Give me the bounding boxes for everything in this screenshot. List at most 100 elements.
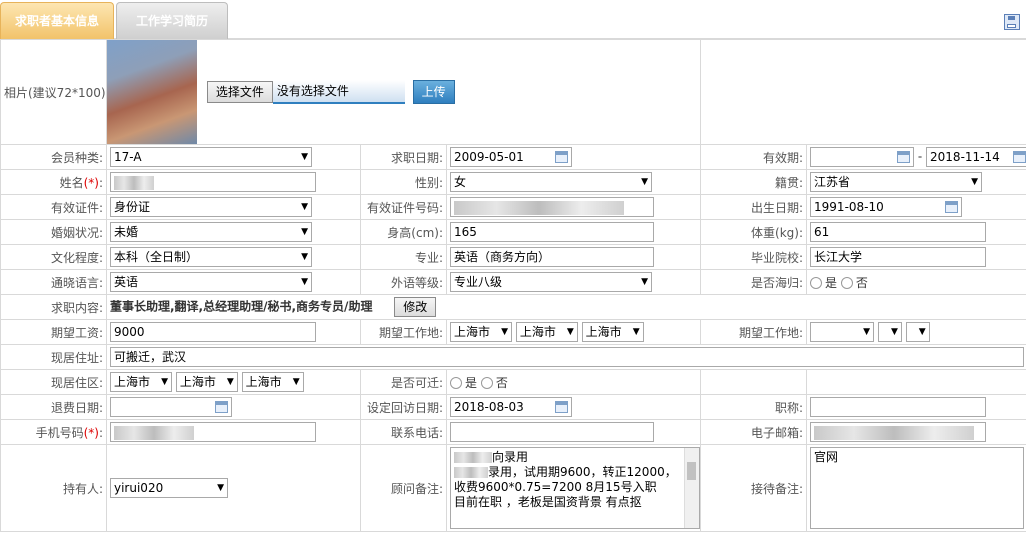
work-place1-province[interactable]: 上海市 (450, 322, 512, 342)
gender-select[interactable]: 女 (450, 172, 652, 192)
birth-date-input[interactable]: 1991-08-10 (810, 197, 963, 217)
phone-input[interactable] (450, 422, 654, 442)
job-content-text: 董事长助理,翻译,总经理助理/秘书,商务专员/助理 (110, 299, 373, 314)
calendar-icon[interactable] (555, 401, 568, 413)
consultant-note-textarea[interactable]: 向录用 录用，试用期9600，转正12000，收费9600*0.75=7200 … (450, 447, 700, 529)
member-type-label: 会员种类: (0, 144, 107, 170)
relocate-no-label: 否 (495, 375, 508, 390)
residence-label: 现居住区: (0, 369, 107, 395)
work-place2-province[interactable] (810, 322, 875, 342)
valid-start-input[interactable] (810, 147, 915, 167)
apply-date-label: 求职日期: (360, 144, 447, 170)
mobile-input[interactable] (110, 422, 316, 442)
language-label: 通晓语言: (0, 269, 107, 295)
work-place2-label: 期望工作地: (700, 319, 808, 345)
visit-date-label: 设定回访日期: (360, 394, 447, 420)
name-input[interactable] (110, 172, 316, 192)
hometown-label: 籍贯: (700, 169, 808, 195)
residence-city[interactable]: 上海市 (175, 372, 238, 392)
education-select[interactable]: 本科（全日制） (110, 247, 312, 267)
photo-thumbnail (107, 40, 197, 144)
overseas-label: 是否海归: (700, 269, 808, 295)
id-number-label: 有效证件号码: (360, 194, 447, 220)
name-label: 姓名(*): (0, 169, 107, 195)
weight-label: 体重(kg): (700, 219, 808, 245)
calendar-icon[interactable] (897, 151, 911, 163)
marital-label: 婚姻状况: (0, 219, 107, 245)
reception-note-label: 接待备注: (700, 444, 808, 532)
tab-basic-info[interactable]: 求职者基本信息 (0, 2, 114, 39)
id-type-label: 有效证件: (0, 194, 107, 220)
address-input[interactable]: 可搬迁，武汉 (110, 347, 1024, 367)
email-label: 电子邮箱: (700, 419, 808, 445)
major-input[interactable]: 英语（商务方向） (450, 247, 654, 267)
lang-level-label: 外语等级: (360, 269, 447, 295)
modify-job-button[interactable]: 修改 (394, 297, 437, 317)
phone-label: 联系电话: (360, 419, 447, 445)
reception-note-textarea[interactable]: 官网 (810, 447, 1025, 529)
work-place2-city[interactable] (877, 322, 902, 342)
overseas-no-label: 否 (855, 275, 868, 290)
choose-file-button[interactable]: 选择文件 (206, 81, 273, 103)
work-place1-district[interactable]: 上海市 (581, 322, 644, 342)
relocate-no-radio[interactable] (480, 377, 493, 389)
height-input[interactable]: 165 (450, 222, 654, 242)
textarea-scrollbar[interactable] (684, 448, 699, 528)
work-place1-city[interactable]: 上海市 (515, 322, 578, 342)
apply-date-input[interactable]: 2009-05-01 (450, 147, 572, 167)
overseas-no-radio[interactable] (840, 277, 853, 289)
work-place1-label: 期望工作地: (360, 319, 447, 345)
school-label: 毕业院校: (700, 244, 808, 270)
member-type-select[interactable]: 17-A (110, 147, 312, 167)
calendar-icon[interactable] (1013, 151, 1026, 163)
salary-input[interactable]: 9000 (110, 322, 316, 342)
mobile-label: 手机号码(*): (0, 419, 107, 445)
id-type-select[interactable]: 身份证 (110, 197, 312, 217)
id-number-input[interactable] (450, 197, 654, 217)
consultant-note-label: 顾问备注: (360, 444, 447, 532)
hometown-select[interactable]: 江苏省 (810, 172, 983, 192)
residence-province[interactable]: 上海市 (110, 372, 172, 392)
residence-district[interactable]: 上海市 (241, 372, 304, 392)
overseas-yes-radio[interactable] (810, 277, 823, 289)
holder-label: 持有人: (0, 444, 107, 532)
education-label: 文化程度: (0, 244, 107, 270)
calendar-icon[interactable] (215, 401, 228, 413)
valid-end-input[interactable]: 2018-11-14 (926, 147, 1026, 167)
relocate-label: 是否可迁: (360, 369, 447, 395)
marital-select[interactable]: 未婚 (110, 222, 312, 242)
upload-button[interactable]: 上传 (412, 80, 455, 104)
refund-date-input[interactable] (110, 397, 232, 417)
date-separator: - (917, 149, 923, 164)
gender-label: 性别: (360, 169, 447, 195)
lang-level-select[interactable]: 专业八级 (450, 272, 652, 292)
visit-date-input[interactable]: 2018-08-03 (450, 397, 572, 417)
weight-input[interactable]: 61 (810, 222, 987, 242)
calendar-icon[interactable] (945, 201, 959, 213)
refund-date-label: 退费日期: (0, 394, 107, 420)
photo-label: 相片(建议72*100): (0, 39, 107, 145)
relocate-yes-radio[interactable] (450, 377, 462, 389)
calendar-icon[interactable] (555, 151, 568, 163)
overseas-yes-label: 是 (825, 275, 838, 290)
height-label: 身高(cm): (360, 219, 447, 245)
title-label: 职称: (700, 394, 808, 420)
email-input[interactable] (810, 422, 987, 442)
birth-date-label: 出生日期: (700, 194, 808, 220)
tab-work-history[interactable]: 工作学习简历 (116, 2, 228, 39)
major-label: 专业: (360, 244, 447, 270)
valid-period-label: 有效期: (700, 144, 808, 170)
title-input[interactable] (810, 397, 987, 417)
applicant-form: 相片(建议72*100): 选择文件没有选择文件 上传 会员种类: 17-A 求… (0, 39, 1026, 532)
relocate-yes-label: 是 (465, 375, 478, 390)
tab-bar: 求职者基本信息 工作学习简历 (0, 0, 1026, 39)
holder-select[interactable]: yirui020 (110, 478, 228, 498)
address-label: 现居住址: (0, 344, 107, 370)
school-input[interactable]: 长江大学 (810, 247, 987, 267)
language-select[interactable]: 英语 (110, 272, 312, 292)
save-icon[interactable] (1004, 14, 1020, 30)
no-file-text: 没有选择文件 (272, 80, 405, 104)
job-content-label: 求职内容: (0, 294, 107, 320)
salary-label: 期望工资: (0, 319, 107, 345)
work-place2-district[interactable] (905, 322, 930, 342)
